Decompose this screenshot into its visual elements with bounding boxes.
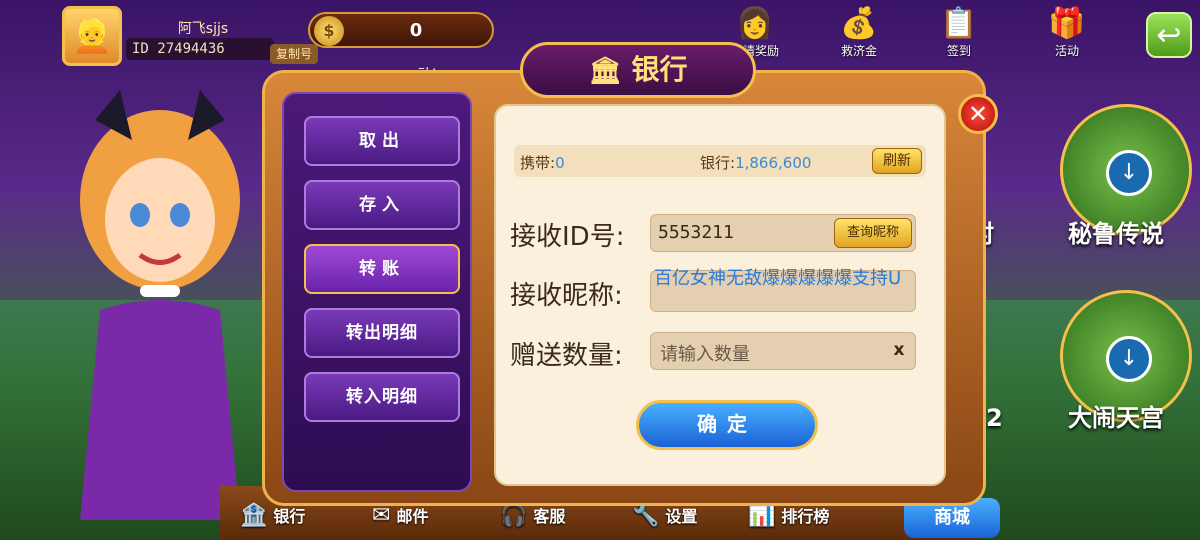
avatar[interactable]: 👱: [62, 6, 122, 66]
amount-label: 赠送数量:: [510, 341, 623, 371]
menu-transfer[interactable]: 转账: [304, 244, 460, 294]
headset-icon: 🎧: [500, 503, 528, 528]
close-icon: ✕: [967, 100, 989, 128]
checkin-button[interactable]: 📋 签到: [928, 6, 990, 64]
user-id: ID 27494436: [126, 38, 274, 60]
recv-nick-label: 接收昵称:: [510, 281, 623, 311]
copy-id-button[interactable]: 复制号: [270, 44, 318, 64]
game-label-peru-legend: 秘鲁传说: [1068, 220, 1164, 248]
relief-icon: 💰: [840, 6, 878, 41]
confirm-button[interactable]: 确定: [636, 400, 818, 450]
menu-deposit[interactable]: 存入: [304, 180, 460, 230]
download-icon[interactable]: ↓: [1106, 336, 1152, 382]
refresh-button[interactable]: 刷新: [872, 148, 922, 174]
ranking-icon: 📊: [748, 503, 776, 528]
coin-balance: $ 0: [308, 12, 494, 48]
amount-input[interactable]: [660, 342, 880, 366]
carry-balance: 携带:0: [520, 154, 565, 172]
recv-id-value: 5553211: [658, 222, 734, 243]
back-arrow-icon: ↩: [1156, 18, 1182, 53]
recv-id-label: 接收ID号:: [510, 222, 625, 252]
menu-withdraw[interactable]: 取出: [304, 116, 460, 166]
clear-amount-button[interactable]: x: [888, 340, 910, 364]
bank-value: 1,866,600: [735, 154, 812, 172]
carry-value: 0: [555, 154, 565, 172]
download-icon[interactable]: ↓: [1106, 150, 1152, 196]
bank-icon: 🏦: [240, 503, 268, 528]
menu-transfer-out-detail[interactable]: 转出明细: [304, 308, 460, 358]
close-button[interactable]: ✕: [958, 94, 998, 134]
invite-girl-icon: 👩: [736, 6, 774, 41]
wrench-icon: 🔧: [632, 503, 660, 528]
recv-nick-value: 百亿女神无敌爆爆爆爆爆支持U: [654, 268, 902, 289]
checkin-icon: 📋: [940, 6, 978, 41]
username: 阿飞sjjs: [177, 21, 229, 37]
event-button[interactable]: 🎁 活动: [1036, 6, 1098, 64]
dialog-title: 🏛 银行: [520, 42, 756, 98]
event-icon: 🎁: [1048, 6, 1086, 41]
menu-transfer-in-detail[interactable]: 转入明细: [304, 372, 460, 422]
game-label-havoc-heaven: 大闹天宫: [1068, 404, 1164, 432]
bank-balance: 银行:1,866,600: [700, 154, 812, 172]
relief-fund-button[interactable]: 💰 救济金: [828, 6, 890, 64]
coin-value: 0: [409, 20, 423, 41]
coin-icon: $: [314, 16, 344, 46]
mail-icon: ✉: [372, 503, 391, 528]
query-nickname-button[interactable]: 查询昵称: [834, 218, 912, 248]
bank-icon: 🏛: [588, 56, 622, 86]
back-button[interactable]: ↩: [1146, 12, 1192, 58]
hostess-character: [80, 90, 240, 520]
